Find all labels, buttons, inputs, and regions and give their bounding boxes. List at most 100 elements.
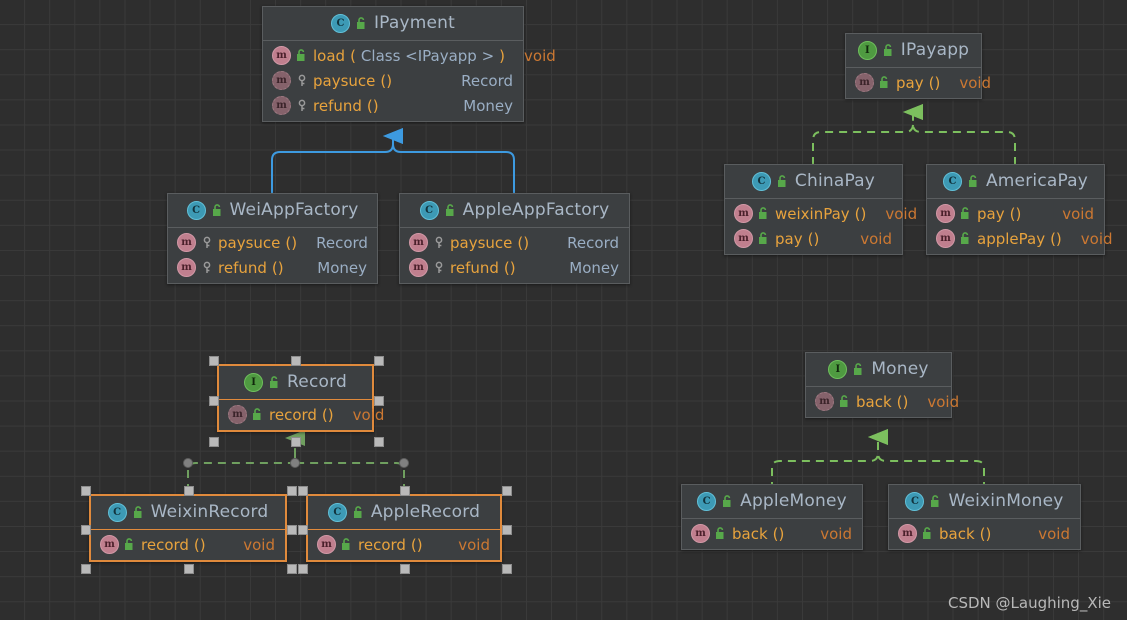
resize-handle[interactable]	[209, 437, 219, 447]
class-icon: C	[751, 171, 771, 191]
node-members: m weixinPay() void m pay() void	[725, 199, 917, 254]
node-title: AppleRecord	[370, 502, 481, 522]
edge-weixinrecord-record[interactable]	[183, 430, 305, 492]
uml-class-applemoney[interactable]: C AppleMoney m back() void	[681, 484, 863, 550]
unlock-icon	[722, 494, 734, 508]
member-paren: ()	[1009, 204, 1022, 223]
uml-class-appleappfactory[interactable]: C AppleAppFactory m paysuce() Record m r…	[399, 193, 630, 284]
member-row[interactable]: m pay() void	[927, 201, 1104, 226]
resize-handle[interactable]	[400, 564, 410, 574]
member-row[interactable]: m record() void	[91, 532, 285, 557]
uml-interface-money[interactable]: I Money m back() void	[805, 352, 959, 418]
method-icon: m	[409, 258, 428, 277]
resize-handle[interactable]	[291, 356, 301, 366]
member-name: pay	[775, 229, 803, 248]
uml-class-weixinrecord[interactable]: C WeixinRecord m record() void	[89, 494, 287, 562]
member-row[interactable]: m record() void	[219, 402, 384, 427]
member-name: weixinPay	[775, 204, 850, 223]
member-row[interactable]: m applePay() void	[927, 226, 1113, 251]
edge-americapay-ipayapp[interactable]	[903, 104, 1016, 165]
resize-handle[interactable]	[287, 525, 297, 535]
member-row[interactable]: m load(Class <IPayapp >) void	[263, 43, 556, 68]
member-paren-close: )	[499, 46, 506, 65]
resize-handle[interactable]	[502, 486, 512, 496]
resize-handle[interactable]	[81, 525, 91, 535]
uml-class-ipayment[interactable]: C IPayment m load(Class <IPayapp >) void…	[262, 6, 556, 122]
unlock-icon	[715, 527, 727, 540]
member-row[interactable]: m pay() void	[846, 70, 991, 95]
member-type: void	[1080, 229, 1113, 248]
member-name: refund	[218, 258, 267, 277]
edge-weixinmoney-money[interactable]	[868, 429, 985, 490]
edge-weiappfactory-ipayment[interactable]	[271, 128, 403, 194]
edge-applemoney-money[interactable]	[771, 429, 888, 490]
abstract-method-icon: m	[272, 96, 291, 115]
uml-interface-record[interactable]: I Record m record() void	[217, 364, 384, 432]
unlock-icon	[269, 375, 281, 389]
resize-handle[interactable]	[502, 564, 512, 574]
key-icon	[433, 236, 445, 249]
uml-class-chinapay[interactable]: C ChinaPay m weixinPay() void m pay() vo…	[724, 164, 917, 255]
member-type: void	[885, 204, 918, 223]
member-name: load	[313, 46, 346, 65]
member-paren: ()	[979, 524, 992, 543]
member-row[interactable]: m paysuce() Record	[263, 68, 523, 93]
member-row[interactable]: m paysuce() Record	[168, 230, 377, 255]
node-title: AppleAppFactory	[462, 200, 610, 220]
resize-handle[interactable]	[287, 564, 297, 574]
member-name: record	[269, 405, 317, 424]
resize-handle[interactable]	[298, 486, 308, 496]
member-type: Money	[463, 96, 513, 115]
member-name: back	[939, 524, 975, 543]
uml-diagram-canvas[interactable]: C IPayment m load(Class <IPayapp >) void…	[0, 0, 1127, 620]
member-paren: ()	[285, 233, 298, 252]
edge-applerecord-record[interactable]	[290, 438, 409, 492]
member-row[interactable]: m paysuce() Record	[400, 230, 629, 255]
edge-chinapay-ipayapp[interactable]	[812, 104, 923, 165]
member-row[interactable]: m back() void	[806, 389, 959, 414]
member-name: record	[358, 535, 406, 554]
resize-handle[interactable]	[287, 486, 297, 496]
node-title: WeixinMoney	[948, 491, 1064, 511]
member-type: void	[1038, 524, 1070, 543]
member-row[interactable]: m refund() Money	[400, 255, 629, 280]
uml-class-americapay[interactable]: C AmericaPay m pay() void m applePay() v…	[926, 164, 1113, 255]
resize-handle[interactable]	[374, 396, 384, 406]
member-paren: ()	[1050, 229, 1062, 248]
member-row[interactable]: m refund() Money	[168, 255, 377, 280]
resize-handle[interactable]	[374, 437, 384, 447]
edge-appleappfactory-ipayment[interactable]	[383, 128, 515, 194]
resize-handle[interactable]	[374, 356, 384, 366]
member-row[interactable]: m pay() void	[725, 226, 902, 251]
resize-handle[interactable]	[81, 486, 91, 496]
member-row[interactable]: m refund() Money	[263, 93, 523, 118]
resize-handle[interactable]	[298, 564, 308, 574]
node-title: AppleMoney	[740, 491, 847, 511]
uml-class-weixinmoney[interactable]: C WeixinMoney m back() void	[888, 484, 1081, 550]
member-row[interactable]: m back() void	[889, 521, 1080, 546]
unlock-icon	[777, 174, 789, 188]
node-header: C WeixinRecord	[91, 496, 285, 530]
resize-handle[interactable]	[400, 486, 410, 496]
member-row[interactable]: m weixinPay() void	[725, 201, 917, 226]
node-members: m record() void	[219, 400, 384, 430]
method-icon: m	[734, 229, 753, 248]
member-paren: ()	[503, 258, 516, 277]
resize-handle[interactable]	[209, 396, 219, 406]
uml-interface-ipayapp[interactable]: I IPayapp m pay() void	[845, 33, 991, 99]
resize-handle[interactable]	[184, 564, 194, 574]
node-members: m back() void	[889, 519, 1080, 549]
resize-handle[interactable]	[81, 564, 91, 574]
class-icon: C	[942, 171, 962, 191]
uml-class-weiappfactory[interactable]: C WeiAppFactory m paysuce() Record m ref…	[167, 193, 378, 284]
member-row[interactable]: m back() void	[682, 521, 862, 546]
resize-handle[interactable]	[209, 356, 219, 366]
member-row[interactable]: m record() void	[308, 532, 500, 557]
resize-handle[interactable]	[502, 525, 512, 535]
uml-class-applerecord[interactable]: C AppleRecord m record() void	[306, 494, 502, 562]
member-paren: ()	[928, 73, 941, 92]
method-icon: m	[100, 535, 119, 554]
resize-handle[interactable]	[291, 437, 301, 447]
resize-handle[interactable]	[184, 486, 194, 496]
resize-handle[interactable]	[298, 525, 308, 535]
